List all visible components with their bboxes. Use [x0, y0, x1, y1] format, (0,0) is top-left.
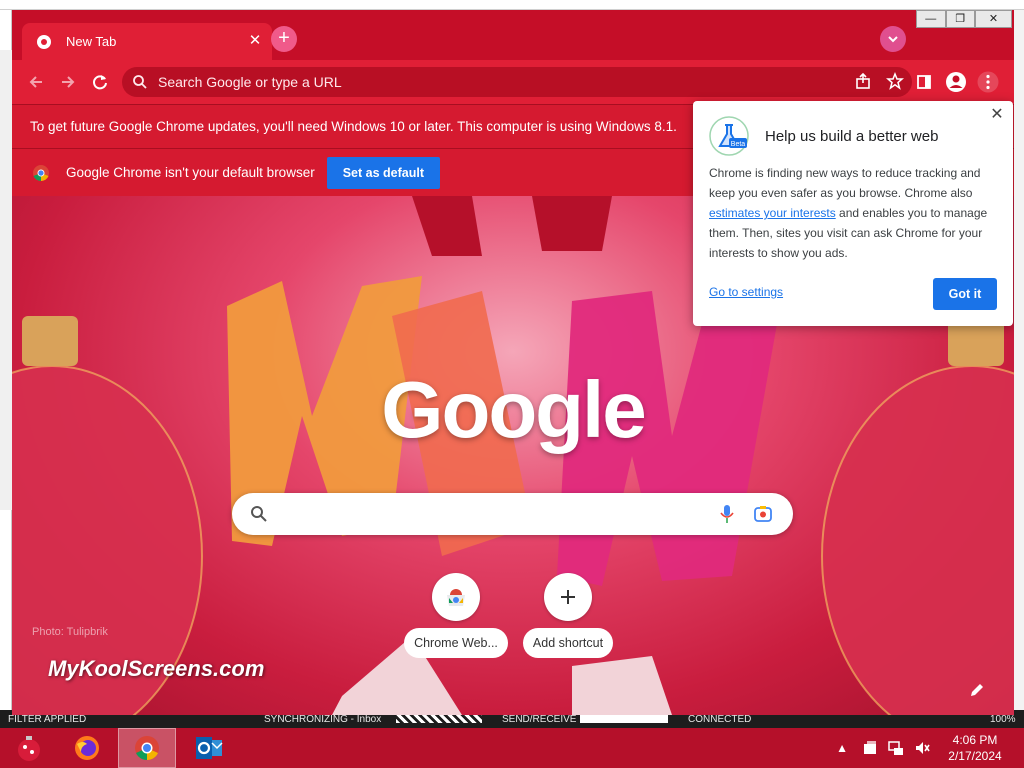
status-connection: CONNECTED [688, 713, 752, 725]
background-app-sidebar [0, 10, 12, 710]
chrome-window: New Tab ✕ + — ❐ ✕ Search Google or type … [12, 10, 1014, 715]
tab-strip: New Tab ✕ + — ❐ ✕ [12, 10, 1014, 60]
go-to-settings-link[interactable]: Go to settings [709, 285, 783, 299]
tab-title: New Tab [66, 34, 117, 49]
send-receive-progress-bar [580, 715, 668, 723]
voice-search-icon[interactable] [719, 504, 735, 524]
window-controls: — ❐ ✕ [916, 10, 1012, 28]
new-tab-button[interactable]: + [271, 26, 297, 52]
outlook-icon [196, 737, 223, 759]
taskbar-chrome[interactable] [118, 728, 176, 768]
volume-muted-icon[interactable] [914, 740, 930, 756]
default-browser-text: Google Chrome isn't your default browser [66, 165, 315, 180]
close-window-button[interactable]: ✕ [975, 10, 1012, 28]
network-icon[interactable] [888, 740, 904, 756]
chrome-menu-button[interactable] [974, 68, 1002, 96]
beta-flask-icon: Beta [709, 116, 749, 156]
forward-button[interactable] [54, 68, 82, 96]
pencil-icon [971, 684, 983, 696]
shortcut-label: Add shortcut [522, 628, 614, 658]
back-button[interactable] [22, 68, 50, 96]
clock-date: 2/17/2024 [948, 749, 1002, 763]
shortcut-chrome-web-store[interactable]: Chrome Web... [404, 573, 508, 658]
ntp-search-box[interactable] [232, 493, 793, 535]
arrow-right-icon [62, 76, 75, 88]
reload-icon [93, 75, 107, 90]
dialog-body: Chrome is finding new ways to reduce tra… [709, 163, 999, 263]
background-app-titlebar [0, 0, 1024, 10]
taskbar-outlook[interactable] [180, 728, 238, 768]
dialog-body-text: Chrome is finding new ways to reduce tra… [709, 166, 981, 200]
chrome-web-store-icon [447, 589, 465, 606]
clock[interactable]: 4:06 PM 2/17/2024 [944, 732, 1006, 764]
minimize-button[interactable]: — [916, 10, 946, 28]
status-filter: FILTER APPLIED [8, 713, 87, 725]
tab-new-tab[interactable]: New Tab ✕ [22, 23, 272, 60]
status-zoom: 100% [990, 713, 1016, 725]
tab-close-icon[interactable]: ✕ [246, 32, 264, 50]
tab-search-button[interactable] [880, 26, 906, 52]
start-button[interactable] [0, 728, 58, 768]
status-sync: SYNCHRONIZING - Inbox [264, 713, 382, 725]
clock-time: 4:06 PM [952, 733, 998, 747]
start-ornament-icon [18, 736, 40, 761]
maximize-button[interactable]: ❐ [945, 10, 976, 28]
chrome-icon [135, 736, 159, 761]
system-tray: ▲ 4:06 PM 2/17/2024 [836, 728, 1024, 768]
watermark: MyKoolScreens.com [48, 656, 265, 681]
plus-icon [561, 590, 575, 604]
side-panel-icon [917, 75, 931, 89]
share-icon[interactable] [854, 72, 872, 90]
chrome-favicon-icon [37, 34, 51, 49]
profile-avatar-icon [946, 72, 966, 92]
shortcut-tile [544, 573, 592, 621]
privacy-sandbox-dialog: Beta Help us build a better web ✕ Chrome… [693, 101, 1013, 326]
set-as-default-button[interactable]: Set as default [326, 156, 440, 189]
action-center-icon[interactable] [862, 740, 878, 756]
browser-toolbar: Search Google or type a URL [12, 60, 1014, 104]
estimates-interests-link[interactable]: estimates your interests [709, 206, 836, 220]
search-icon [251, 506, 267, 522]
omnibox[interactable]: Search Google or type a URL [122, 67, 912, 97]
firefox-icon [75, 736, 99, 760]
close-icon[interactable]: ✕ [989, 107, 1005, 123]
more-vert-icon [977, 71, 999, 93]
omnibox-placeholder: Search Google or type a URL [158, 74, 342, 90]
shortcut-label: Chrome Web... [404, 628, 508, 658]
chrome-logo-icon [33, 164, 49, 181]
shortcut-tile [432, 573, 480, 621]
photo-credit[interactable]: Photo: Tulipbrik [32, 626, 108, 638]
arrow-left-icon [29, 76, 42, 88]
shortcut-add[interactable]: Add shortcut [516, 573, 620, 658]
profile-button[interactable] [942, 68, 970, 96]
show-hidden-icons-icon[interactable]: ▲ [836, 741, 848, 755]
google-lens-icon[interactable] [753, 504, 773, 524]
customize-chrome-button[interactable] [967, 680, 991, 704]
update-warning-text: To get future Google Chrome updates, you… [30, 119, 677, 134]
taskbar: ▲ 4:06 PM 2/17/2024 [0, 728, 1024, 768]
beta-badge: Beta [731, 141, 746, 148]
status-send-receive: SEND/RECEIVE [502, 713, 577, 725]
sync-progress-bar [396, 715, 482, 723]
taskbar-firefox[interactable] [58, 728, 116, 768]
google-logo: Google [381, 365, 647, 454]
search-icon [133, 75, 147, 89]
side-panel-button[interactable] [910, 68, 938, 96]
dialog-title: Help us build a better web [765, 128, 939, 145]
chevron-down-icon [888, 36, 898, 43]
got-it-button[interactable]: Got it [933, 278, 997, 310]
bookmark-star-icon[interactable] [886, 72, 904, 90]
reload-button[interactable] [86, 68, 114, 96]
